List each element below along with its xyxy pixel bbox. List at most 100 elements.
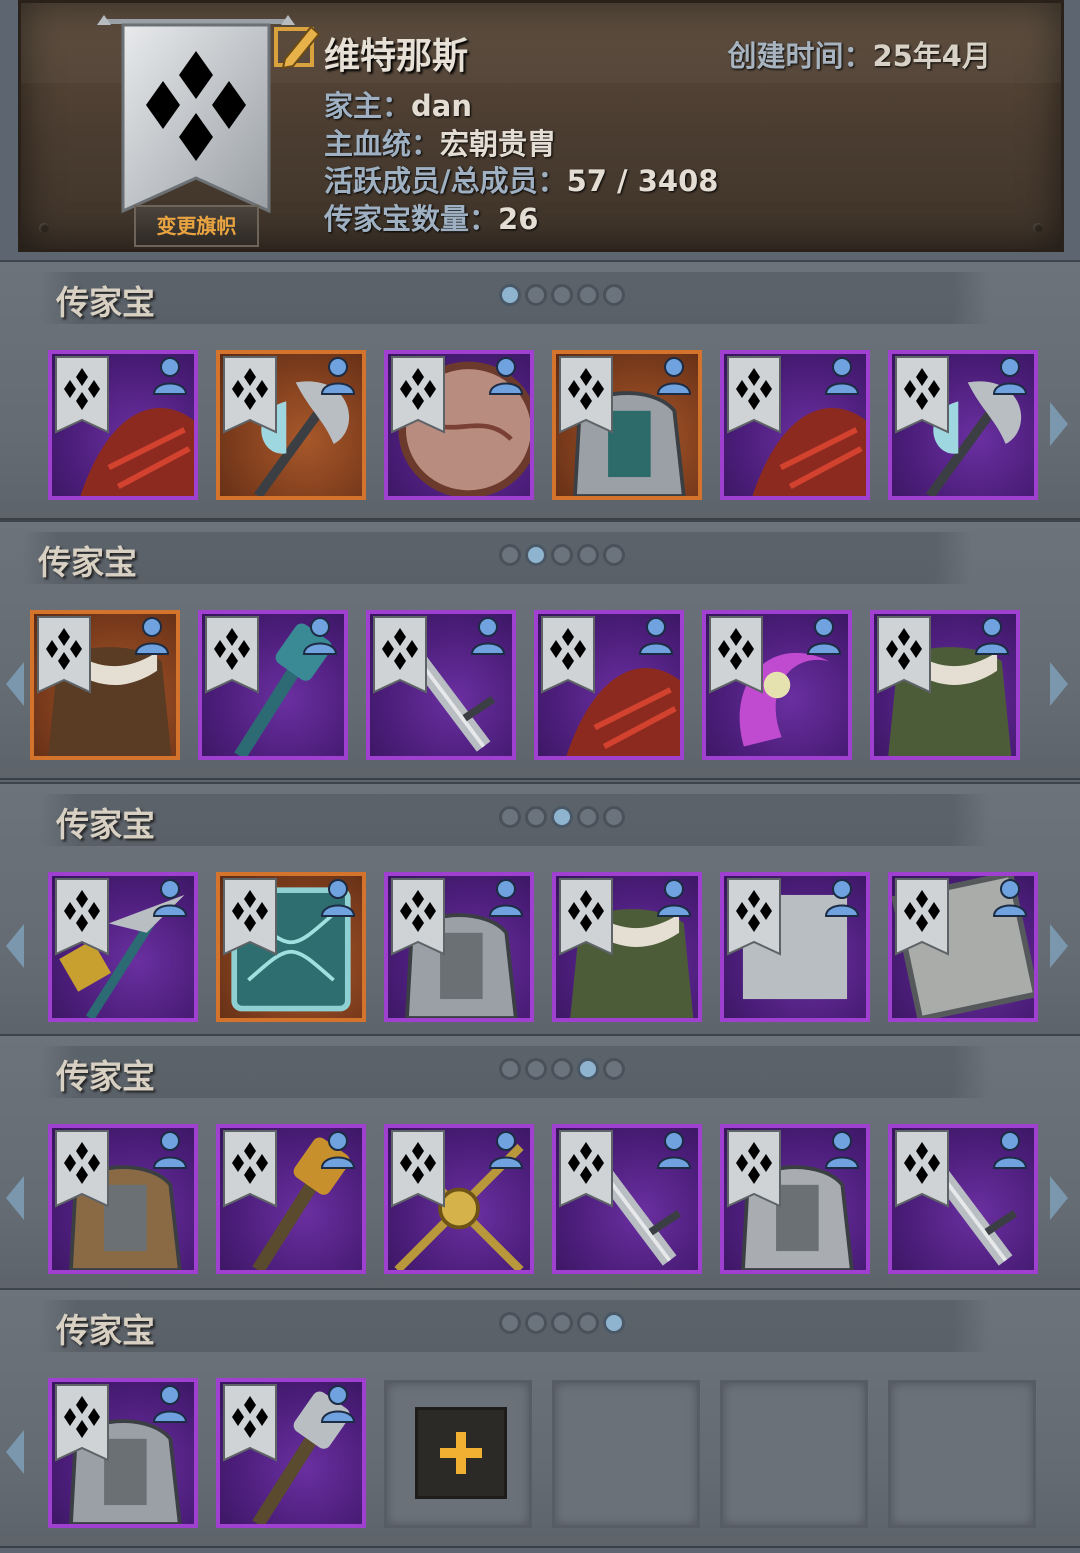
heirloom-slot-steel-plate-armor[interactable] xyxy=(384,872,534,1022)
family-banner-icon xyxy=(877,616,931,694)
created-date: 创建时间：25年4月 xyxy=(727,33,991,75)
person-icon xyxy=(320,1131,356,1169)
heirloom-slot-long-sword[interactable] xyxy=(888,1124,1038,1274)
family-banner-icon xyxy=(559,878,613,956)
page-dot[interactable] xyxy=(525,1058,547,1080)
heirloom-slot-war-pick[interactable] xyxy=(48,872,198,1022)
chevron-left-icon[interactable] xyxy=(6,924,24,968)
head-value: dan xyxy=(411,89,472,123)
empty-slot xyxy=(720,1380,868,1528)
created-label: 创建时间： xyxy=(727,39,873,73)
heirloom-slot-golden-crossed-staff[interactable] xyxy=(384,1124,534,1274)
chevron-right-icon[interactable] xyxy=(1050,1176,1068,1220)
page-dot[interactable] xyxy=(603,806,625,828)
family-banner-icon xyxy=(37,616,91,694)
page-dot[interactable] xyxy=(577,1058,599,1080)
heirloom-count-label: 传家宝数量： xyxy=(324,202,499,236)
chevron-right-icon[interactable] xyxy=(1050,924,1068,968)
heirloom-slot-steel-plate-armor[interactable] xyxy=(48,1378,198,1528)
heirloom-count-row: 传家宝数量：26 xyxy=(324,196,538,238)
page-dot[interactable] xyxy=(603,544,625,566)
page-dot[interactable] xyxy=(577,806,599,828)
heirloom-slot-serrated-sword[interactable] xyxy=(552,1124,702,1274)
heirloom-slot-leather-armor[interactable] xyxy=(48,1124,198,1274)
page-dot[interactable] xyxy=(499,284,521,306)
heirloom-slot-flesh-shield[interactable] xyxy=(384,350,534,500)
section-title: 传家宝 xyxy=(56,1311,155,1350)
chevron-left-icon[interactable] xyxy=(6,1176,24,1220)
family-banner-icon xyxy=(391,1130,445,1208)
person-icon xyxy=(152,357,188,395)
heirloom-slot-skull-battle-axe[interactable] xyxy=(888,350,1038,500)
person-icon xyxy=(992,357,1028,395)
heirloom-slot-pink-scythe[interactable] xyxy=(702,610,852,760)
heirloom-slot-fur-coat[interactable] xyxy=(30,610,180,760)
heirloom-slot-longbow[interactable] xyxy=(720,872,870,1022)
page-dot[interactable] xyxy=(499,806,521,828)
page-dot[interactable] xyxy=(603,284,625,306)
page-dot[interactable] xyxy=(525,284,547,306)
page-dot[interactable] xyxy=(499,1312,521,1334)
page-dot[interactable] xyxy=(525,806,547,828)
page-dot[interactable] xyxy=(551,806,573,828)
section-header-bar xyxy=(22,532,972,584)
heirloom-slot-red-wing-cloak[interactable] xyxy=(720,350,870,500)
page-indicator xyxy=(499,806,625,828)
family-banner-icon xyxy=(727,1130,781,1208)
family-name: 维特那斯 xyxy=(324,36,469,77)
person-icon xyxy=(320,879,356,917)
family-banner-icon xyxy=(727,878,781,956)
heirloom-slot-chainmail-armor[interactable] xyxy=(720,1124,870,1274)
heirloom-slot-war-hammer[interactable] xyxy=(216,1378,366,1528)
family-banner[interactable]: 变更旗帜 xyxy=(97,11,295,249)
heirloom-slot-teal-mace[interactable] xyxy=(198,610,348,760)
heirloom-slot-jade-tower-shield[interactable] xyxy=(216,872,366,1022)
person-icon xyxy=(488,1131,524,1169)
page-dot[interactable] xyxy=(577,284,599,306)
heirloom-slot-golden-mace[interactable] xyxy=(216,1124,366,1274)
add-heirloom-slot[interactable] xyxy=(384,1380,532,1528)
page-indicator xyxy=(499,1312,625,1334)
person-icon xyxy=(974,617,1010,655)
family-banner-icon xyxy=(55,1384,109,1462)
person-icon xyxy=(992,1131,1028,1169)
chevron-left-icon[interactable] xyxy=(6,1430,24,1474)
family-banner-icon xyxy=(559,1130,613,1208)
heirloom-slot-green-fur-tunic[interactable] xyxy=(552,872,702,1022)
page-dot[interactable] xyxy=(551,1058,573,1080)
chevron-right-icon[interactable] xyxy=(1050,662,1068,706)
heirloom-slot-green-fur-tunic[interactable] xyxy=(870,610,1020,760)
person-icon xyxy=(824,879,860,917)
person-icon xyxy=(302,617,338,655)
edit-name-icon[interactable] xyxy=(271,21,323,73)
heirloom-slot-steel-blade[interactable] xyxy=(366,610,516,760)
heirloom-slot-iron-tower-shield[interactable] xyxy=(888,872,1038,1022)
page-indicator xyxy=(499,1058,625,1080)
person-icon xyxy=(656,1131,692,1169)
change-banner-button[interactable]: 变更旗帜 xyxy=(134,205,259,247)
page-dot[interactable] xyxy=(603,1312,625,1334)
page-dot[interactable] xyxy=(551,284,573,306)
page-dot[interactable] xyxy=(551,544,573,566)
heirloom-slot-crystal-axe[interactable] xyxy=(216,350,366,500)
page-dot[interactable] xyxy=(525,544,547,566)
head-label: 家主： xyxy=(324,89,412,123)
page-dot[interactable] xyxy=(603,1058,625,1080)
family-banner-icon xyxy=(205,616,259,694)
section-title: 传家宝 xyxy=(56,283,155,322)
chevron-left-icon[interactable] xyxy=(6,662,24,706)
section-title: 传家宝 xyxy=(56,805,155,844)
plus-icon[interactable] xyxy=(415,1407,507,1499)
page-dot[interactable] xyxy=(499,1058,521,1080)
heirloom-slot-lion-plate-armor[interactable] xyxy=(552,350,702,500)
page-dot[interactable] xyxy=(499,544,521,566)
page-dot[interactable] xyxy=(577,1312,599,1334)
bloodline-value: 宏朝贵胄 xyxy=(440,127,557,161)
page-indicator xyxy=(499,544,625,566)
chevron-right-icon[interactable] xyxy=(1050,402,1068,446)
heirloom-slot-red-wing-cloak[interactable] xyxy=(48,350,198,500)
page-dot[interactable] xyxy=(525,1312,547,1334)
page-dot[interactable] xyxy=(551,1312,573,1334)
heirloom-slot-red-wing-cloak[interactable] xyxy=(534,610,684,760)
page-dot[interactable] xyxy=(577,544,599,566)
